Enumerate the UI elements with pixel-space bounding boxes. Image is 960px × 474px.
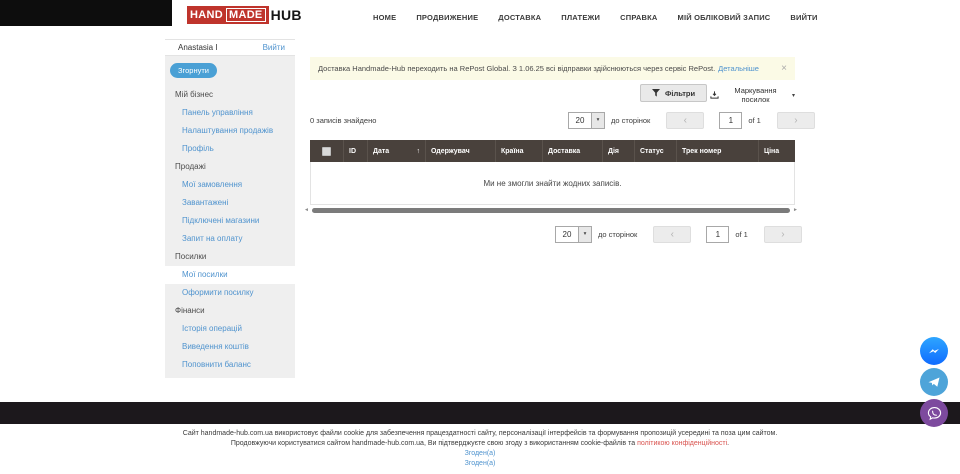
top-left-black-region xyxy=(0,0,172,26)
chat-widgets xyxy=(920,337,948,427)
main-nav: HOME ПРОДВИЖЕНИЕ ДОСТАВКА ПЛАТЕЖИ СПРАВК… xyxy=(373,0,818,34)
per-page-label: до сторінок xyxy=(611,116,650,125)
sidebar-item-connected-shops[interactable]: Підключені магазини xyxy=(165,212,295,230)
table-empty-state: Ми не змогли знайти жодних записів. xyxy=(310,162,795,205)
nav-promotion[interactable]: ПРОДВИЖЕНИЕ xyxy=(416,13,478,22)
user-row: Anastasia I Вийти xyxy=(165,39,295,56)
chevron-down-icon: ▾ xyxy=(578,227,591,242)
sidebar-section-sales: Продажі xyxy=(165,158,295,176)
table-horizontal-scrollbar: ◄ ► xyxy=(304,206,798,214)
logo-text-hand: HAND xyxy=(190,9,223,21)
next-page-button[interactable]: › xyxy=(777,112,815,129)
next-page-button[interactable]: › xyxy=(764,226,802,243)
sidebar-item-create-parcel[interactable]: Оформити посилку xyxy=(165,284,295,302)
chevron-down-icon: ▾ xyxy=(591,113,604,128)
table-header-cell-id[interactable]: ID xyxy=(344,140,368,162)
cookie-notice-line1: Сайт handmade-hub.com.ua використовує фа… xyxy=(0,429,960,439)
sidebar-item-my-parcels[interactable]: Мої посилки xyxy=(165,266,295,284)
table-header-cell-date[interactable]: Дата ↑ xyxy=(368,140,426,162)
cookie-agree-link-2[interactable]: Згоден(а) xyxy=(0,459,960,469)
page-of-label: of 1 xyxy=(735,230,748,239)
repost-notification-banner: Доставка Handmade-Hub переходить на RePo… xyxy=(310,57,795,80)
viber-icon[interactable] xyxy=(920,399,948,427)
table-header-cell-status[interactable]: Статус xyxy=(635,140,677,162)
chevron-down-icon: ▾ xyxy=(792,92,795,99)
pagination-top: 20 ▾ до сторінок ‹ of 1 › xyxy=(568,111,815,129)
cookie-notice-line2: Продовжуючи користуватися сайтом handmad… xyxy=(0,439,960,449)
page-number-input[interactable] xyxy=(706,226,729,243)
parcel-marking-button[interactable]: Маркування посилок ▾ xyxy=(710,86,795,104)
table-header-cell-delivery[interactable]: Доставка xyxy=(543,140,603,162)
nav-payments[interactable]: ПЛАТЕЖИ xyxy=(561,13,600,22)
download-tray-icon xyxy=(710,90,719,100)
pagination-bottom: 20 ▾ до сторінок ‹ of 1 › xyxy=(555,225,802,243)
sidebar-item-uploaded[interactable]: Завантажені xyxy=(165,194,295,212)
nav-delivery[interactable]: ДОСТАВКА xyxy=(498,13,541,22)
scroll-left-icon[interactable]: ◄ xyxy=(304,208,309,213)
nav-home[interactable]: HOME xyxy=(373,13,396,22)
sidebar-item-withdraw-funds[interactable]: Виведення коштів xyxy=(165,338,295,356)
sidebar-item-my-orders[interactable]: Мої замовлення xyxy=(165,176,295,194)
footer: Сайт handmade-hub.com.ua використовує фа… xyxy=(0,424,960,469)
user-name: Anastasia I xyxy=(178,43,218,52)
logo-text-made: MADE xyxy=(226,8,266,22)
prev-page-button[interactable]: ‹ xyxy=(666,112,704,129)
banner-close-icon[interactable]: × xyxy=(781,64,787,74)
page-size-value: 20 xyxy=(556,227,578,242)
logo-red-box: HANDMADE xyxy=(187,6,269,24)
sidebar-item-profile[interactable]: Профіль xyxy=(165,140,295,158)
sidebar-item-payment-request[interactable]: Запит на оплату xyxy=(165,230,295,248)
page-size-value: 20 xyxy=(569,113,591,128)
sidebar-logout-link[interactable]: Вийти xyxy=(263,43,285,52)
table-header-cell-action[interactable]: Дія xyxy=(603,140,635,162)
sidebar-item-dashboard[interactable]: Панель управління xyxy=(165,104,295,122)
table-header-cell-price[interactable]: Ціна xyxy=(759,140,795,162)
sort-asc-icon[interactable]: ↑ xyxy=(417,148,421,155)
sidebar-section-finances: Фінанси xyxy=(165,302,295,320)
table-header-cell-checkbox xyxy=(310,140,344,162)
collapse-sidebar-button[interactable]: Згорнути xyxy=(170,63,217,78)
table-header-cell-country[interactable]: Країна xyxy=(496,140,543,162)
select-all-checkbox[interactable] xyxy=(322,147,331,156)
page-size-select[interactable]: 20 ▾ xyxy=(568,112,605,129)
messenger-icon[interactable] xyxy=(920,337,948,365)
table-header-cell-track-number[interactable]: Трек номер xyxy=(677,140,759,162)
sidebar-item-transaction-history[interactable]: Історія операцій xyxy=(165,320,295,338)
prev-page-button[interactable]: ‹ xyxy=(653,226,691,243)
footer-black-bar xyxy=(0,402,960,424)
nav-my-account[interactable]: МІЙ ОБЛІКОВИЙ ЗАПИС xyxy=(678,13,771,22)
table-header-row: ID Дата ↑ Одержувач Країна Доставка Дія … xyxy=(310,140,795,162)
filters-label: Фільтри xyxy=(665,89,695,98)
logo-text-hub: HUB xyxy=(271,7,302,23)
cookie-notice-line2-text: Продовжуючи користуватися сайтом handmad… xyxy=(231,440,637,447)
date-column-label: Дата xyxy=(373,148,389,155)
filter-funnel-icon xyxy=(652,89,660,97)
page-size-select[interactable]: 20 ▾ xyxy=(555,226,592,243)
sidebar-section-parcels: Посилки xyxy=(165,248,295,266)
banner-text: Доставка Handmade-Hub переходить на RePo… xyxy=(318,64,715,73)
records-count: 0 записів знайдено xyxy=(310,116,376,125)
parcels-table: ID Дата ↑ Одержувач Країна Доставка Дія … xyxy=(310,140,795,205)
page-of-label: of 1 xyxy=(748,116,761,125)
handmade-hub-logo[interactable]: HANDMADE HUB xyxy=(187,6,302,24)
cookie-agree-link-1[interactable]: Згоден(а) xyxy=(0,449,960,459)
nav-logout[interactable]: ВИЙТИ xyxy=(790,13,817,22)
nav-help[interactable]: СПРАВКА xyxy=(620,13,657,22)
scrollbar-thumb[interactable] xyxy=(312,208,790,213)
per-page-label: до сторінок xyxy=(598,230,637,239)
sidebar-section-my-business: Мій бізнес xyxy=(165,86,295,104)
cookie-notice-line2-period: . xyxy=(727,440,729,447)
parcels-toolbar: Фільтри Маркування посилок ▾ xyxy=(310,84,795,103)
table-header-cell-recipient[interactable]: Одержувач xyxy=(426,140,496,162)
privacy-policy-link[interactable]: політикою конфіденційності xyxy=(637,440,727,447)
sidebar-item-sales-settings[interactable]: Налаштування продажів xyxy=(165,122,295,140)
telegram-icon[interactable] xyxy=(920,368,948,396)
page-number-input[interactable] xyxy=(719,112,742,129)
scroll-right-icon[interactable]: ► xyxy=(793,208,798,213)
filters-button[interactable]: Фільтри xyxy=(640,84,707,102)
parcel-marking-label: Маркування посилок xyxy=(723,86,788,104)
sidebar: Згорнути Мій бізнес Панель управління На… xyxy=(165,56,295,378)
banner-details-link[interactable]: Детальніше xyxy=(718,64,759,73)
sidebar-item-top-up-balance[interactable]: Поповнити баланс xyxy=(165,356,295,374)
